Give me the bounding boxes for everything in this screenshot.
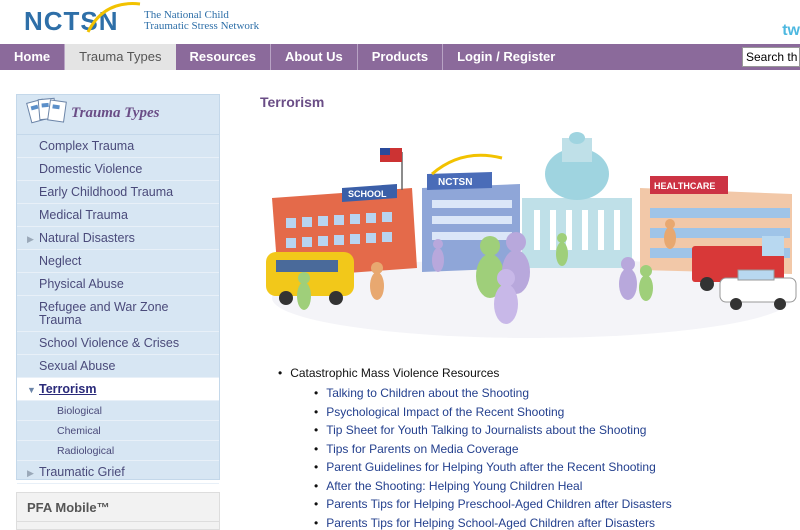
search-input[interactable]: Search th xyxy=(742,47,800,67)
sidebar-menu: Complex Trauma Domestic Violence Early C… xyxy=(17,135,219,484)
sidebar-item-medical-trauma[interactable]: Medical Trauma xyxy=(17,204,219,227)
logo-tagline: The National Child Traumatic Stress Netw… xyxy=(144,9,260,32)
nav-login-register[interactable]: Login / Register xyxy=(443,44,569,70)
school-sign: SCHOOL xyxy=(348,189,387,199)
resources-section: Catastrophic Mass Violence Resources Tal… xyxy=(278,366,798,530)
sidebar-item-school-violence[interactable]: School Violence & Crises xyxy=(17,332,219,355)
collapse-arrow-icon[interactable]: ▼ xyxy=(27,384,36,397)
sidebar-item-sexual-abuse[interactable]: Sexual Abuse xyxy=(17,355,219,378)
site-header: NCTSN The National Child Traumatic Stres… xyxy=(0,0,800,44)
resource-link[interactable]: Parents Tips for Helping Preschool-Aged … xyxy=(314,495,798,514)
sidebar-subitem-biological[interactable]: Biological xyxy=(17,401,219,421)
sidebar-item-complex-trauma[interactable]: Complex Trauma xyxy=(17,135,219,158)
resources-list: Talking to Children about the Shooting P… xyxy=(314,384,798,530)
community-illustration: SCHOOL NCTSN HEALTHCARE xyxy=(266,132,797,338)
sidebar-header: Trauma Types xyxy=(17,95,219,135)
sidebar-subitem-chemical[interactable]: Chemical xyxy=(17,421,219,441)
resources-heading: Catastrophic Mass Violence Resources xyxy=(278,366,798,381)
nav-trauma-types[interactable]: Trauma Types xyxy=(65,44,176,70)
sidebar-subitem-radiological[interactable]: Radiological xyxy=(17,441,219,461)
logo-swoosh-icon xyxy=(86,2,141,33)
expand-arrow-icon[interactable]: ▶ xyxy=(27,467,34,480)
sidebar-item-terrorism[interactable]: ▼ Terrorism xyxy=(17,378,219,401)
sidebar-item-refugee-war-zone[interactable]: Refugee and War Zone Trauma xyxy=(17,296,219,332)
resource-link[interactable]: Tip Sheet for Youth Talking to Journalis… xyxy=(314,421,798,440)
sidebar-item-domestic-violence[interactable]: Domestic Violence xyxy=(17,158,219,181)
pfa-mobile-title[interactable]: PFA Mobile™ xyxy=(27,500,110,515)
divider xyxy=(17,521,219,522)
main-nav: Home Trauma Types Resources About Us Pro… xyxy=(0,44,800,70)
resource-link[interactable]: Parent Guidelines for Helping Youth afte… xyxy=(314,458,798,477)
resource-link[interactable]: Talking to Children about the Shooting xyxy=(314,384,798,403)
nav-home[interactable]: Home xyxy=(0,44,66,70)
pfa-mobile-box: PFA Mobile™ xyxy=(16,492,220,530)
expand-arrow-icon[interactable]: ▶ xyxy=(27,233,34,246)
nav-about-us[interactable]: About Us xyxy=(271,44,358,70)
sidebar: Trauma Types Complex Trauma Domestic Vio… xyxy=(16,94,220,484)
resource-link[interactable]: Parents Tips for Helping School-Aged Chi… xyxy=(314,514,798,530)
nav-products[interactable]: Products xyxy=(358,44,444,70)
sidebar-item-traumatic-grief[interactable]: ▶ Traumatic Grief xyxy=(17,461,219,484)
nctsn-sign: NCTSN xyxy=(438,177,472,188)
resource-link[interactable]: Psychological Impact of the Recent Shoot… xyxy=(314,403,798,422)
sidebar-item-physical-abuse[interactable]: Physical Abuse xyxy=(17,273,219,296)
nav-resources[interactable]: Resources xyxy=(176,44,271,70)
documents-icon xyxy=(26,97,67,124)
sidebar-item-natural-disasters[interactable]: ▶ Natural Disasters xyxy=(17,227,219,250)
sidebar-item-early-childhood-trauma[interactable]: Early Childhood Trauma xyxy=(17,181,219,204)
sidebar-item-neglect[interactable]: Neglect xyxy=(17,250,219,273)
resource-link[interactable]: Tips for Parents on Media Coverage xyxy=(314,440,798,459)
healthcare-sign: HEALTHCARE xyxy=(654,181,715,191)
resource-link[interactable]: After the Shooting: Helping Young Childr… xyxy=(314,477,798,496)
sidebar-title: Trauma Types xyxy=(71,105,160,121)
twitter-link[interactable]: tw xyxy=(782,22,800,40)
page-title: Terrorism xyxy=(260,94,325,110)
